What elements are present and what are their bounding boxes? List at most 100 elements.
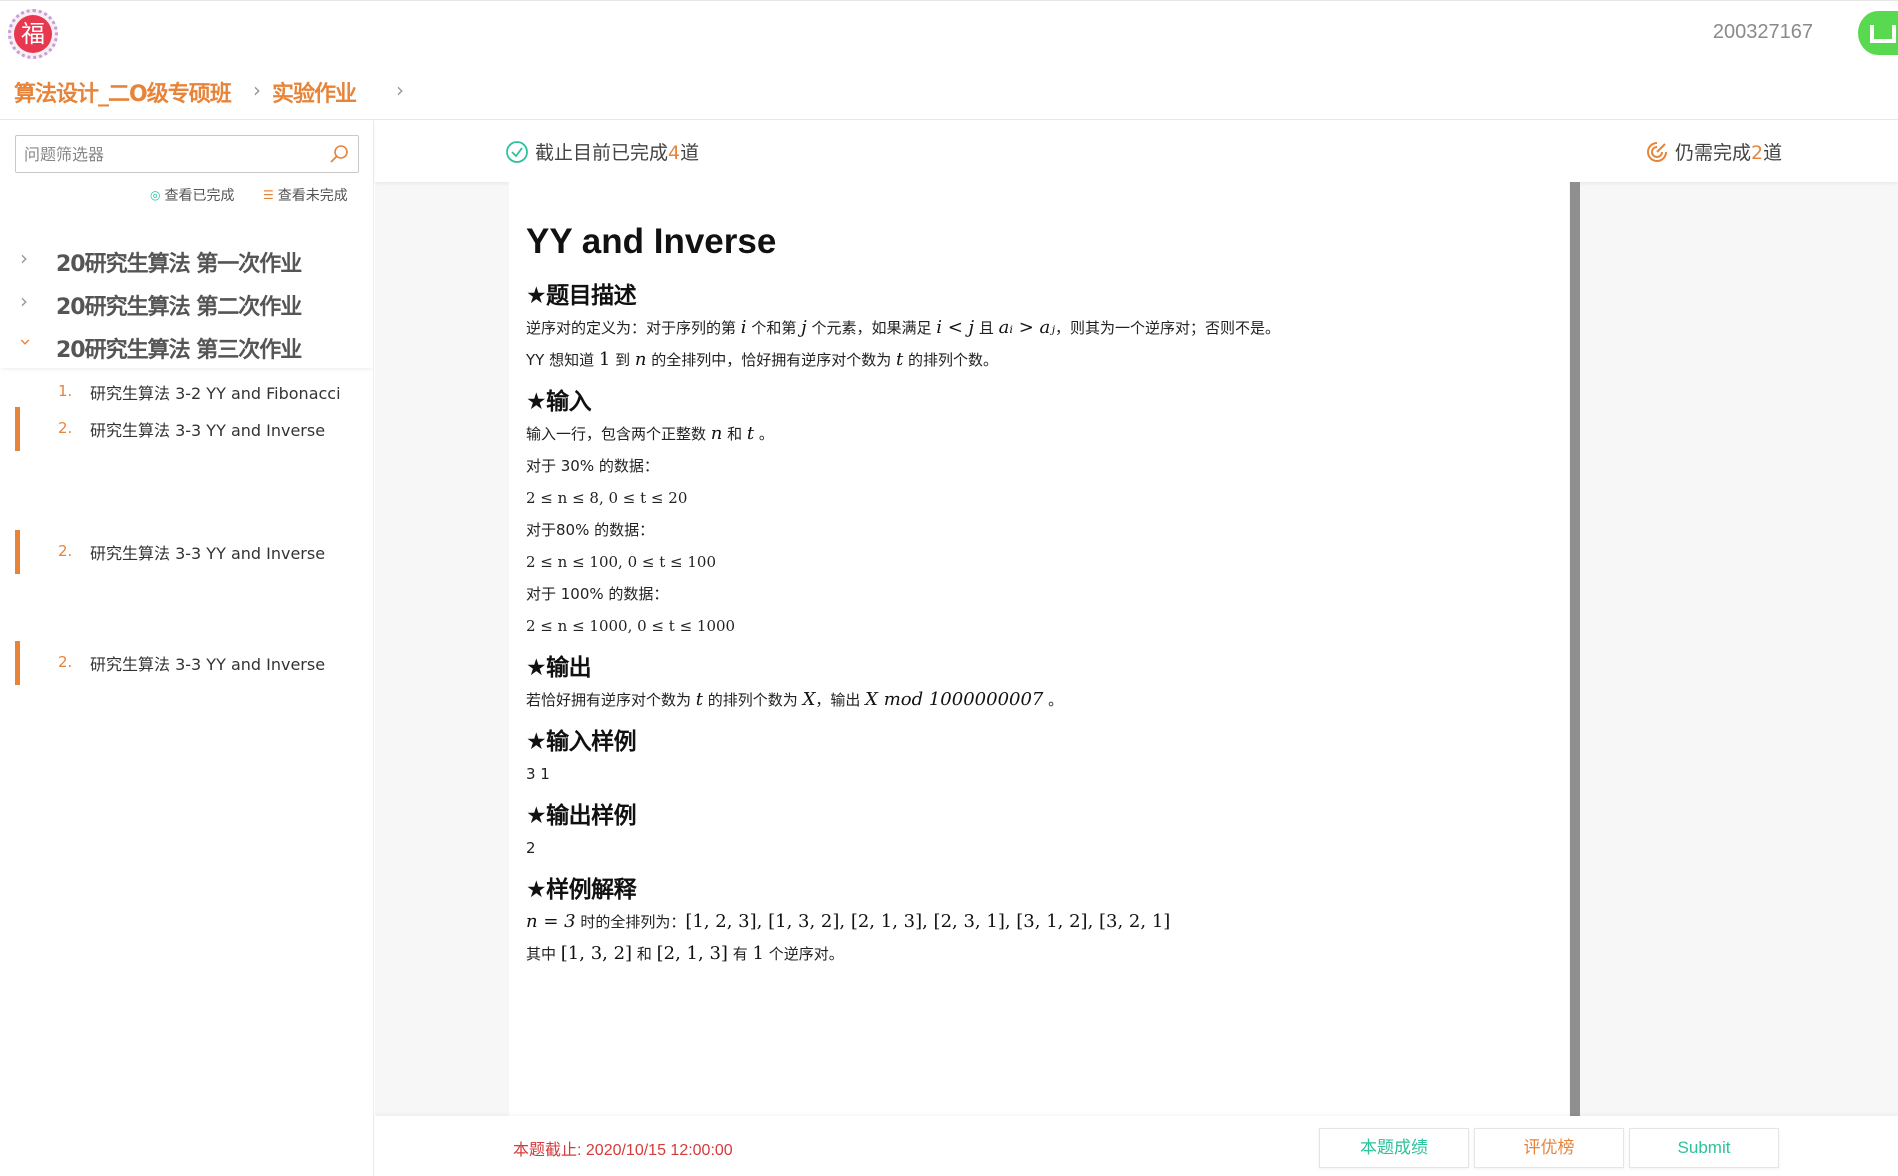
active-indicator [15, 641, 20, 685]
constraint-30-label: 对于 30% 的数据： [526, 457, 659, 475]
text-span: 到 [610, 351, 635, 369]
text-span: 逆序对的定义为：对于序列的第 [526, 319, 741, 337]
section-homework-2[interactable]: › 20研究生算法 第二次作业 [0, 283, 374, 325]
view-todo-link[interactable]: ☰ 查看未完成 [263, 185, 348, 205]
section-homework-3[interactable]: › 20研究生算法 第三次作业 [0, 326, 374, 368]
active-indicator [15, 530, 20, 574]
site-logo[interactable]: 福 [8, 9, 58, 59]
text-span: ，则其为一个逆序对；否则不是。 [1055, 319, 1281, 337]
user-avatar[interactable] [1858, 11, 1898, 55]
math-span: i < j [936, 317, 975, 338]
problem-sidebar: ◎ 查看已完成 ☰ 查看未完成 › 20研究生算法 第一次作业 › 20研究生算… [0, 120, 374, 1176]
remain-count: 2 [1751, 142, 1764, 164]
problem-number: 1. [58, 382, 73, 400]
output-line: 若恰好拥有逆序对个数为 t 的排列个数为 X，输出 X mod 10000000… [526, 690, 1569, 710]
constraint-80-label: 对于80% 的数据： [526, 521, 655, 539]
text-span: 个元素，如果满足 [806, 319, 937, 337]
text-span: 。 [1043, 691, 1064, 709]
section-title: 20研究生算法 第三次作业 [56, 338, 302, 363]
sample-output-heading: ★输出样例 [526, 803, 637, 829]
math-span: t [695, 689, 704, 710]
explanation-heading: ★样例解释 [526, 877, 637, 903]
text-span: 和 [722, 425, 747, 443]
problem-name: 研究生算法 3-3 YY and Inverse [90, 544, 326, 563]
done-suffix: 道 [680, 142, 700, 164]
math-span: [1, 3, 2] [560, 943, 633, 964]
main-panel: 截止目前已完成4道 仍需完成2道 YY and Inverse ★题目描述 逆序… [375, 120, 1898, 1176]
text-span: 个和第 [746, 319, 802, 337]
problem-name: 研究生算法 3-3 YY and Inverse [90, 655, 326, 674]
done-prefix: 截止目前已完成 [535, 142, 669, 164]
sample-input-heading: ★输入样例 [526, 729, 637, 755]
remain-suffix: 道 [1763, 142, 1783, 164]
description-line-2: YY 想知道 1 到 n 的全排列中，恰好拥有逆序对个数为 t 的排列个数。 [526, 350, 1569, 370]
problem-name: 研究生算法 3-3 YY and Inverse [90, 421, 326, 440]
search-icon[interactable] [328, 143, 350, 165]
sample-output: 2 [526, 839, 536, 857]
text-span: 若恰好拥有逆序对个数为 [526, 691, 696, 709]
problem-title: YY and Inverse [526, 222, 777, 261]
completed-status: 截止目前已完成4道 [505, 138, 699, 165]
text-span: 的全排列中，恰好拥有逆序对个数为 [646, 351, 897, 369]
description-line-1: 逆序对的定义为：对于序列的第 i 个和第 j 个元素，如果满足 i < j 且 … [526, 318, 1569, 338]
section-homework-1[interactable]: › 20研究生算法 第一次作业 [0, 240, 374, 282]
text-span: 。 [754, 425, 774, 443]
problem-name: 研究生算法 3-2 YY and Fibonacci [90, 384, 341, 403]
math-span: n = 3 [526, 911, 576, 932]
chevron-right-icon: › [20, 289, 28, 313]
section-title: 20研究生算法 第一次作业 [56, 252, 302, 277]
explanation-line-2: 其中 [1, 3, 2] 和 [2, 1, 3] 有 1 个逆序对。 [526, 944, 1569, 964]
problem-item-inverse[interactable]: 2. 研究生算法 3-3 YY and Inverse [0, 530, 374, 574]
chevron-right-icon: › [20, 246, 28, 270]
math-span: n [634, 349, 647, 370]
leaderboard-button[interactable]: 评优榜 [1474, 1128, 1624, 1168]
text-span: 有 [727, 945, 753, 963]
eye-icon: ◎ [150, 188, 161, 202]
problem-number: 2. [58, 419, 73, 437]
breadcrumb-separator-icon: › [253, 78, 261, 102]
description-heading: ★题目描述 [526, 283, 637, 309]
view-done-label: 查看已完成 [164, 188, 235, 204]
breadcrumb-course[interactable]: 算法设计_二O级专硕班 [14, 76, 232, 108]
content-scrollbar[interactable] [1570, 182, 1580, 1116]
view-done-link[interactable]: ◎ 查看已完成 [150, 185, 234, 205]
text-span: 个逆序对。 [763, 945, 844, 963]
chevron-down-icon: › [14, 338, 38, 346]
active-indicator [15, 407, 20, 451]
math-span: [2, 1, 3] [656, 943, 728, 964]
problem-item-inverse[interactable]: 2. 研究生算法 3-3 YY and Inverse [0, 641, 374, 685]
math-span: n [710, 423, 723, 444]
top-header: 福 200327167 [0, 0, 1898, 68]
problem-filter [15, 135, 359, 173]
input-line: 输入一行，包含两个正整数 n 和 t 。 [526, 424, 1569, 444]
target-icon [1647, 141, 1667, 162]
text-span: 其中 [526, 945, 561, 963]
math-span: [1, 2, 3], [1, 3, 2], [2, 1, 3], [2, 3, … [685, 911, 1171, 932]
constraint-80-math: 2 ≤ n ≤ 100, 0 ≤ t ≤ 100 [526, 553, 716, 571]
submit-button[interactable]: Submit [1629, 1128, 1779, 1168]
list-icon: ☰ [263, 188, 274, 202]
math-span: 1 [752, 943, 764, 964]
explanation-line-1: n = 3 时的全排列为：[1, 2, 3], [1, 3, 2], [2, 1… [526, 912, 1569, 932]
constraint-100-math: 2 ≤ n ≤ 1000, 0 ≤ t ≤ 1000 [526, 617, 736, 635]
breadcrumb-expand-icon[interactable]: › [396, 78, 404, 102]
score-button[interactable]: 本题成绩 [1319, 1128, 1469, 1168]
deadline-text: 本题截止: 2020/10/15 12:00:00 [513, 1142, 733, 1159]
view-todo-label: 查看未完成 [277, 188, 348, 204]
text-span: 的排列个数为 [703, 691, 803, 709]
remain-prefix: 仍需完成 [1675, 142, 1752, 164]
text-span: ，输出 [815, 691, 866, 709]
text-span: 和 [632, 945, 657, 963]
math-span: 1 [598, 349, 611, 370]
problem-number: 2. [58, 542, 73, 560]
problem-item-inverse[interactable]: 2. 研究生算法 3-3 YY and Inverse [0, 407, 374, 451]
output-heading: ★输出 [526, 655, 592, 681]
problem-filter-input[interactable] [16, 136, 316, 172]
logo-glyph: 福 [14, 15, 52, 53]
math-span: aᵢ > aⱼ [998, 317, 1056, 338]
text-span: 输入一行，包含两个正整数 [526, 425, 711, 443]
check-circle-icon [506, 140, 528, 163]
breadcrumb-section[interactable]: 实验作业 [272, 76, 357, 108]
action-bar: 本题截止: 2020/10/15 12:00:00 本题成绩 评优榜 Submi… [375, 1116, 1898, 1176]
problem-content: YY and Inverse ★题目描述 逆序对的定义为：对于序列的第 i 个和… [509, 182, 1569, 1116]
